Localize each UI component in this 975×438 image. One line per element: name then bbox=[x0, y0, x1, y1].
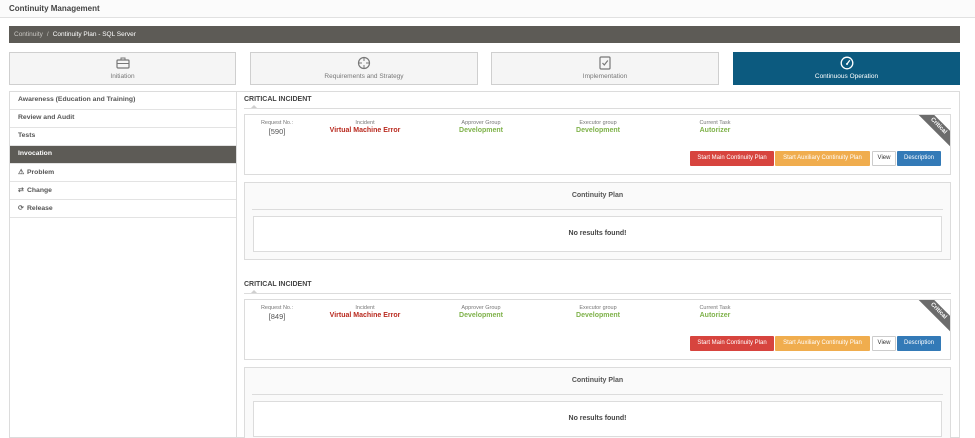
continuity-plan-panel: Continuity Plan No results found! bbox=[244, 182, 951, 260]
critical-ribbon: Critical bbox=[915, 300, 950, 334]
approver-group-field: Approver Group Development bbox=[441, 305, 521, 319]
incident-label: Incident bbox=[355, 120, 375, 126]
incident-card: Request No.: [590] Incident Virtual Mach… bbox=[244, 114, 951, 175]
section-divider bbox=[244, 108, 951, 109]
sidebar-item-review-and-audit[interactable]: Review and Audit bbox=[10, 110, 236, 128]
empty-results-message: No results found! bbox=[253, 216, 942, 252]
stage-implementation[interactable]: Implementation bbox=[491, 52, 719, 85]
request-number-value: [849] bbox=[268, 312, 286, 321]
briefcase-icon bbox=[115, 57, 130, 69]
sidebar-item-label: Change bbox=[27, 187, 52, 194]
section-divider-marker bbox=[251, 105, 257, 108]
executor-group-label: Executor group bbox=[579, 120, 617, 126]
approver-group-value: Development bbox=[459, 127, 503, 134]
start-auxiliary-continuity-plan-button[interactable]: Start Auxiliary Continuity Plan bbox=[775, 336, 870, 351]
sidebar: Awareness (Education and Training) Revie… bbox=[9, 91, 237, 438]
sidebar-item-change[interactable]: ⇄ Change bbox=[10, 182, 236, 200]
empty-results-message: No results found! bbox=[253, 401, 942, 437]
continuity-plan-divider bbox=[252, 394, 943, 395]
swap-arrows-icon: ⇄ bbox=[18, 187, 24, 194]
executor-group-field: Executor group Development bbox=[558, 120, 638, 134]
refresh-icon: ⟳ bbox=[18, 205, 24, 212]
continuity-plan-divider bbox=[252, 209, 943, 210]
section-divider-marker bbox=[251, 290, 257, 293]
start-main-continuity-plan-button[interactable]: Start Main Continuity Plan bbox=[690, 336, 774, 351]
current-task-label: Current Task bbox=[699, 305, 731, 311]
current-task-value: Autorizer bbox=[699, 312, 731, 319]
incident-field: Incident Virtual Machine Error bbox=[320, 120, 410, 134]
sidebar-item-label: Problem bbox=[27, 169, 55, 176]
breadcrumb: Continuity / Continuity Plan - SQL Server bbox=[9, 26, 960, 43]
breadcrumb-separator: / bbox=[46, 31, 49, 38]
continuity-plan-title: Continuity Plan bbox=[571, 377, 624, 384]
description-button[interactable]: Description bbox=[897, 336, 941, 351]
approver-group-field: Approver Group Development bbox=[441, 120, 521, 134]
checklist-icon bbox=[599, 56, 611, 70]
current-task-label: Current Task bbox=[699, 120, 731, 126]
breadcrumb-current: Continuity Plan - SQL Server bbox=[52, 31, 136, 38]
start-main-continuity-plan-button[interactable]: Start Main Continuity Plan bbox=[690, 151, 774, 166]
section-title: CRITICAL INCIDENT bbox=[244, 96, 312, 103]
incident-field: Incident Virtual Machine Error bbox=[320, 305, 410, 319]
section-divider bbox=[244, 293, 951, 294]
executor-group-value: Development bbox=[576, 312, 620, 319]
crosshair-icon bbox=[357, 56, 371, 70]
executor-group-value: Development bbox=[576, 127, 620, 134]
approver-group-value: Development bbox=[459, 312, 503, 319]
app-title-bar: Continuity Management bbox=[0, 0, 975, 18]
continuity-plan-title: Continuity Plan bbox=[571, 192, 624, 199]
sidebar-item-awareness[interactable]: Awareness (Education and Training) bbox=[10, 92, 236, 110]
description-button[interactable]: Description bbox=[897, 151, 941, 166]
sidebar-item-label: Review and Audit bbox=[18, 114, 75, 121]
breadcrumb-continuity-link[interactable]: Continuity bbox=[14, 31, 43, 38]
view-button[interactable]: View bbox=[872, 151, 896, 166]
sidebar-item-problem[interactable]: ⚠ Problem bbox=[10, 164, 236, 182]
incident-label: Incident bbox=[355, 305, 375, 311]
stage-label: Initiation bbox=[110, 73, 135, 80]
incident-value: Virtual Machine Error bbox=[329, 127, 401, 134]
sidebar-item-tests[interactable]: Tests bbox=[10, 128, 236, 146]
current-task-field: Current Task Autorizer bbox=[675, 120, 755, 134]
sidebar-item-label: Awareness (Education and Training) bbox=[18, 96, 136, 103]
executor-group-field: Executor group Development bbox=[558, 305, 638, 319]
request-number-field: Request No.: [849] bbox=[255, 305, 299, 321]
request-number-field: Request No.: [590] bbox=[255, 120, 299, 136]
sidebar-item-invocation[interactable]: Invocation bbox=[10, 146, 236, 164]
speedometer-icon bbox=[840, 56, 853, 70]
stage-continuous-operation[interactable]: Continuous Operation bbox=[733, 52, 960, 85]
approver-group-label: Approver Group bbox=[461, 305, 501, 311]
request-number-label: Request No.: bbox=[260, 120, 294, 126]
sidebar-item-label: Tests bbox=[18, 132, 36, 139]
view-button[interactable]: View bbox=[872, 336, 896, 351]
request-number-label: Request No.: bbox=[260, 305, 294, 311]
incident-value: Virtual Machine Error bbox=[329, 312, 401, 319]
continuity-plan-panel: Continuity Plan No results found! bbox=[244, 367, 951, 438]
critical-ribbon-label: Critical bbox=[929, 301, 948, 321]
sidebar-item-release[interactable]: ⟳ Release bbox=[10, 200, 236, 218]
sidebar-item-label: Invocation bbox=[18, 150, 52, 157]
approver-group-label: Approver Group bbox=[461, 120, 501, 126]
app-title: Continuity Management bbox=[9, 4, 100, 13]
stage-label: Implementation bbox=[582, 73, 628, 80]
critical-ribbon: Critical bbox=[915, 115, 950, 149]
request-number-value: [590] bbox=[268, 127, 286, 136]
incident-card: Request No.: [849] Incident Virtual Mach… bbox=[244, 299, 951, 360]
current-task-value: Autorizer bbox=[699, 127, 731, 134]
stage-requirements-and-strategy[interactable]: Requirements and Strategy bbox=[250, 52, 478, 85]
start-auxiliary-continuity-plan-button[interactable]: Start Auxiliary Continuity Plan bbox=[775, 151, 870, 166]
sidebar-item-label: Release bbox=[27, 205, 53, 212]
section-title: CRITICAL INCIDENT bbox=[244, 281, 312, 288]
warning-icon: ⚠ bbox=[18, 169, 25, 176]
current-task-field: Current Task Autorizer bbox=[675, 305, 755, 319]
executor-group-label: Executor group bbox=[579, 305, 617, 311]
stage-label: Continuous Operation bbox=[814, 73, 879, 80]
stage-label: Requirements and Strategy bbox=[324, 73, 404, 80]
stage-initiation[interactable]: Initiation bbox=[9, 52, 236, 85]
critical-ribbon-label: Critical bbox=[929, 116, 948, 136]
